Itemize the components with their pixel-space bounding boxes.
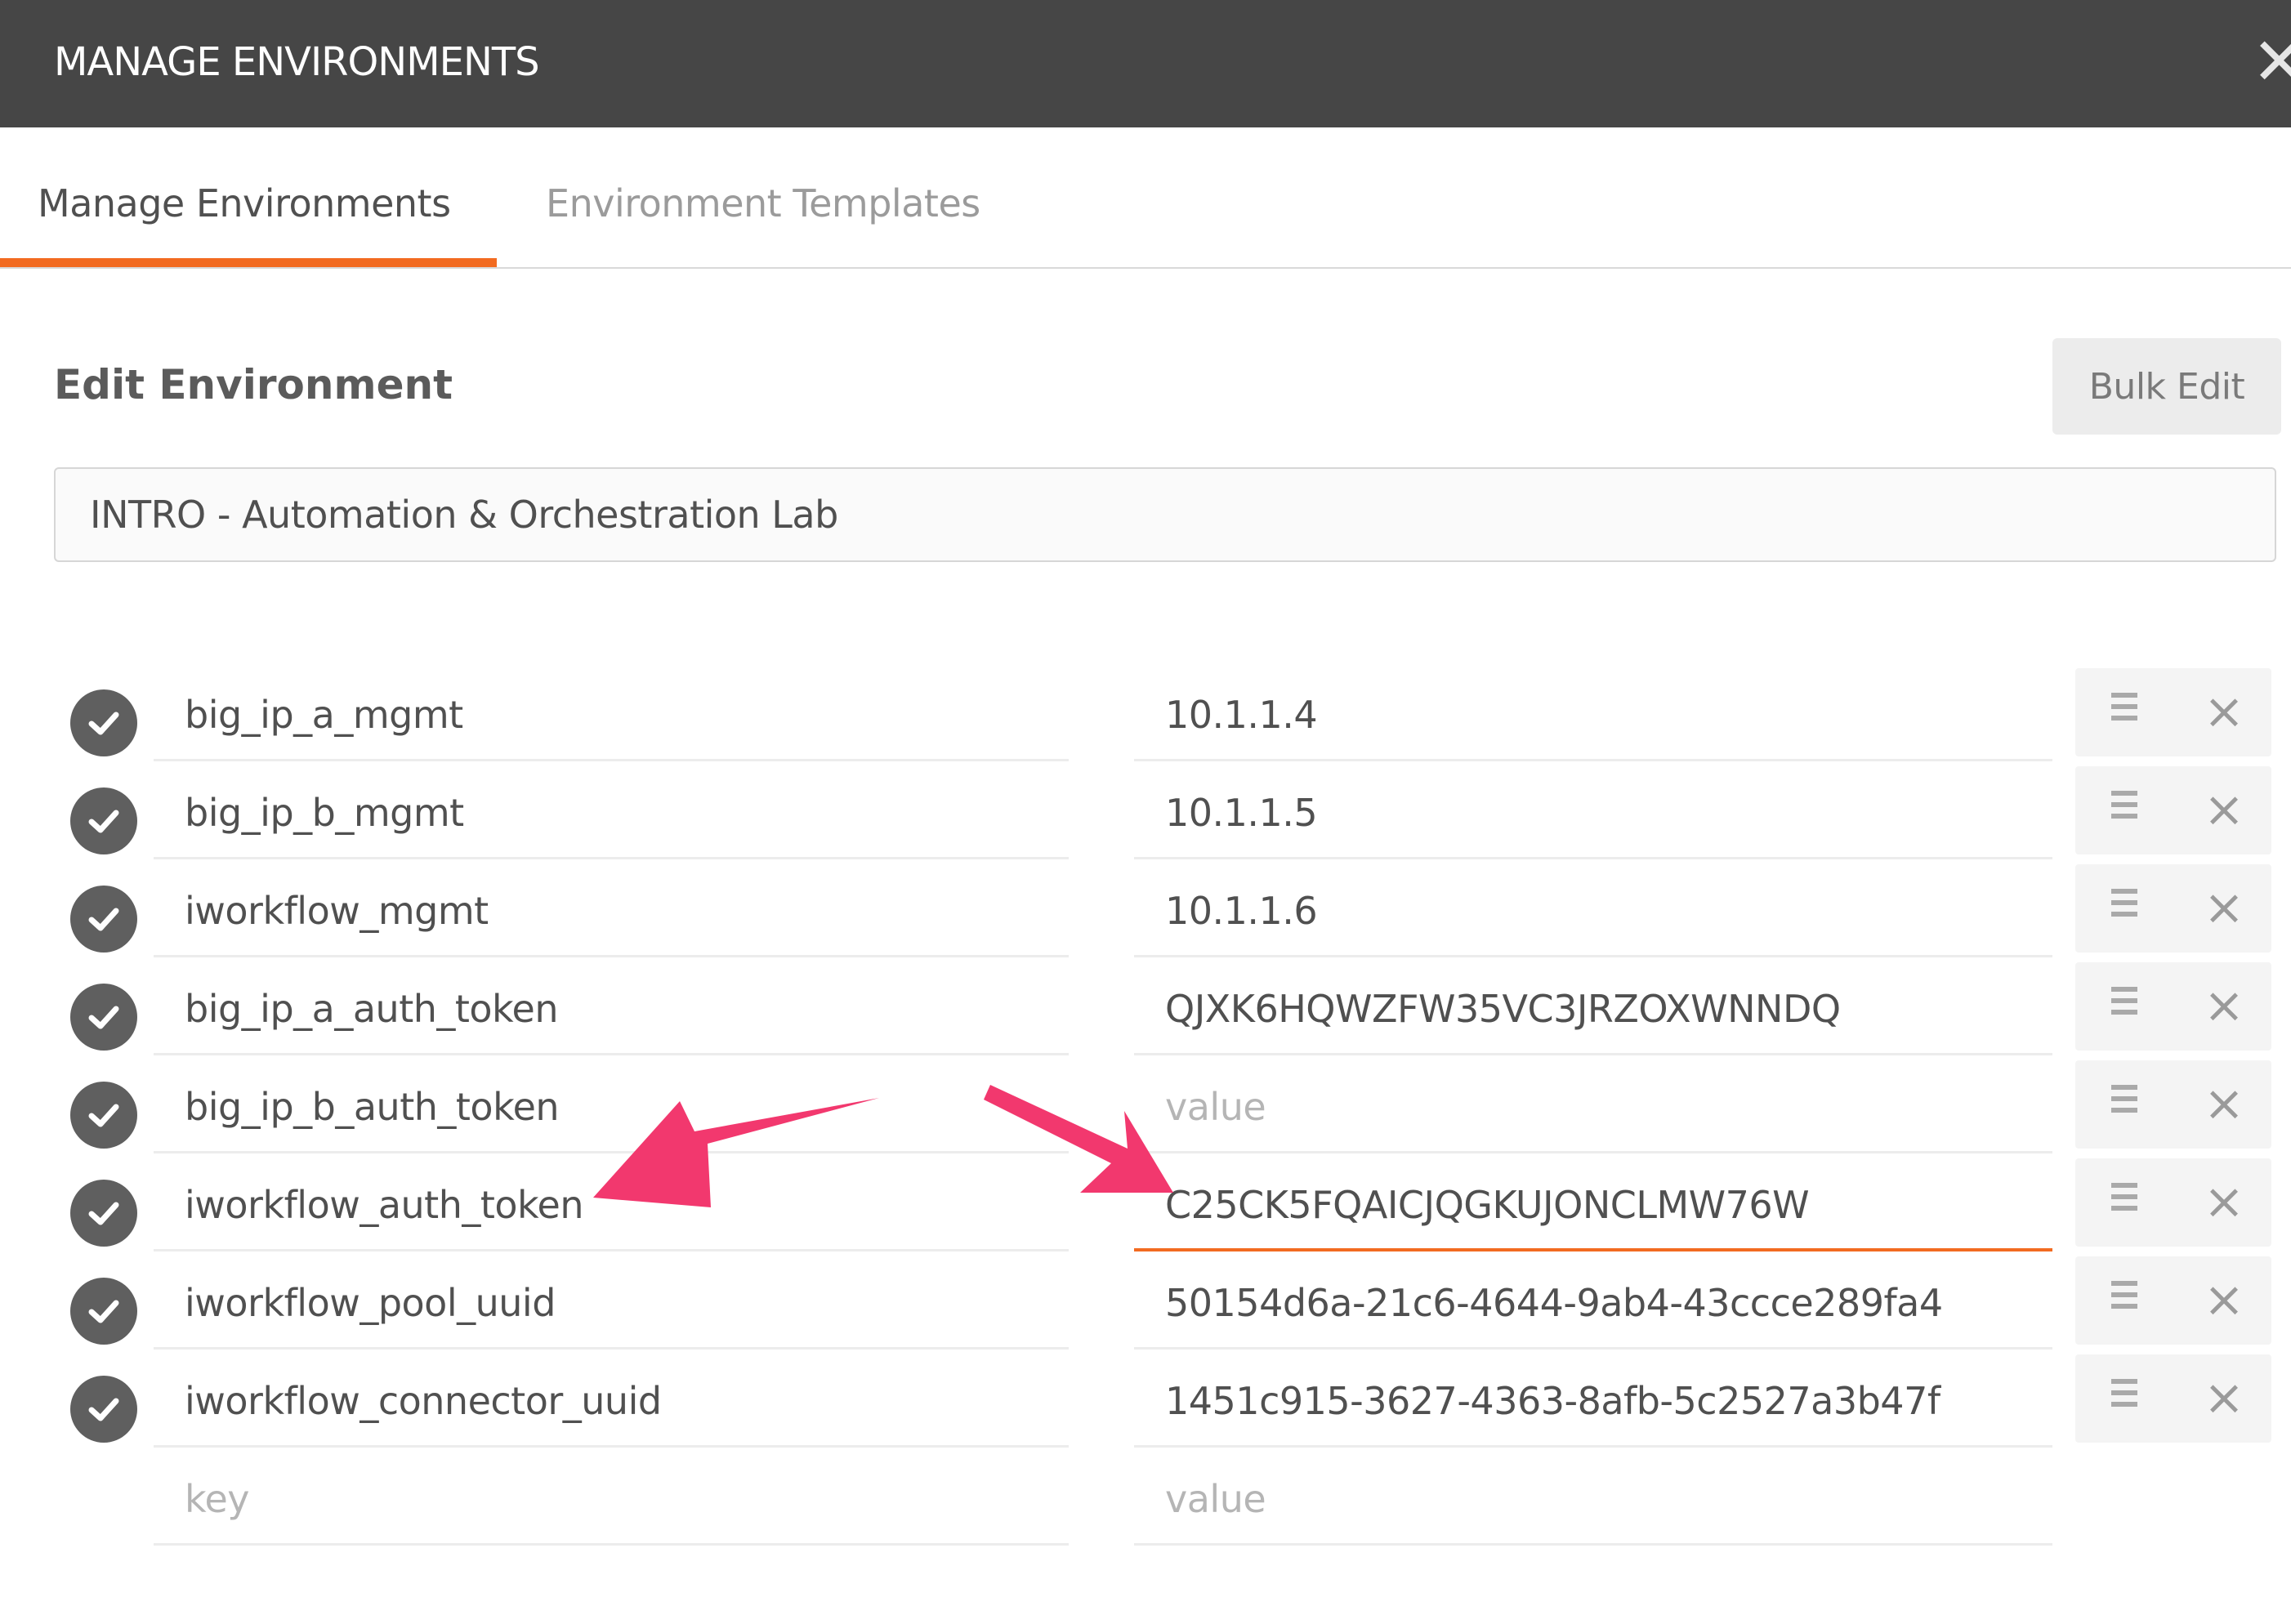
variable-row: iworkflow_mgmt 10.1.1.6 ×: [0, 859, 2291, 957]
variable-row: iworkflow_connector_uuid 1451c915-3627-43…: [0, 1350, 2291, 1448]
row-actions: ×: [2075, 1060, 2271, 1149]
variable-value-input[interactable]: 10.1.1.5: [1134, 761, 2052, 859]
delete-icon[interactable]: ×: [2199, 1271, 2249, 1328]
drag-handle-icon[interactable]: [2111, 1183, 2141, 1222]
variable-value-text: 10.1.1.5: [1165, 791, 1318, 835]
variable-row: big_ip_a_auth_token QJXK6HQWZFW35VC3JRZOX…: [0, 957, 2291, 1055]
variable-key-input[interactable]: key: [154, 1448, 1069, 1546]
variable-value-text: 50154d6a-21c6-4644-9ab4-43ccce289fa4: [1165, 1281, 1943, 1325]
variable-row: iworkflow_auth_token C25CK5FQAICJQGKUJONC…: [0, 1153, 2291, 1251]
variable-key-input[interactable]: big_ip_b_mgmt: [154, 761, 1069, 859]
check-circle-icon[interactable]: [70, 886, 137, 953]
tab-environment-templates[interactable]: Environment Templates: [546, 181, 980, 225]
bulk-edit-button[interactable]: Bulk Edit: [2052, 338, 2281, 435]
delete-icon[interactable]: ×: [2199, 683, 2249, 740]
drag-handle-icon[interactable]: [2111, 1379, 2141, 1418]
environment-name-input[interactable]: INTRO - Automation & Orchestration Lab: [54, 467, 2276, 562]
tabs-divider: [0, 267, 2291, 269]
delete-icon[interactable]: ×: [2199, 1173, 2249, 1230]
variable-value-input[interactable]: 50154d6a-21c6-4644-9ab4-43ccce289fa4: [1134, 1251, 2052, 1350]
variable-key-text: iworkflow_auth_token: [185, 1183, 584, 1227]
variable-key-text: big_ip_b_auth_token: [185, 1085, 560, 1129]
variable-key-input[interactable]: iworkflow_mgmt: [154, 859, 1069, 957]
row-actions: ×: [2075, 668, 2271, 756]
variable-key-text: big_ip_a_mgmt: [185, 693, 463, 737]
variable-key-text: iworkflow_pool_uuid: [185, 1281, 556, 1325]
variable-value-text: value: [1165, 1477, 1266, 1521]
row-actions: ×: [2075, 766, 2271, 854]
variable-key-input[interactable]: big_ip_a_mgmt: [154, 663, 1069, 761]
row-actions: ×: [2075, 864, 2271, 953]
variable-row: big_ip_b_mgmt 10.1.1.5 ×: [0, 761, 2291, 859]
drag-handle-icon[interactable]: [2111, 791, 2141, 830]
variable-value-input[interactable]: 10.1.1.4: [1134, 663, 2052, 761]
variable-value-input[interactable]: 10.1.1.6: [1134, 859, 2052, 957]
check-circle-icon[interactable]: [70, 1180, 137, 1247]
section-title: Edit Environment: [54, 361, 453, 408]
row-actions: ×: [2075, 1354, 2271, 1443]
check-circle-icon[interactable]: [70, 1376, 137, 1443]
check-circle-icon[interactable]: [70, 984, 137, 1051]
variable-row: big_ip_b_auth_token value ×: [0, 1055, 2291, 1153]
check-circle-icon[interactable]: [70, 1082, 137, 1149]
variable-key-input[interactable]: big_ip_a_auth_token: [154, 957, 1069, 1055]
variable-key-input[interactable]: iworkflow_connector_uuid: [154, 1350, 1069, 1448]
variable-key-input[interactable]: iworkflow_pool_uuid: [154, 1251, 1069, 1350]
active-tab-indicator: [0, 258, 497, 267]
close-icon[interactable]: ✕: [2252, 21, 2291, 103]
drag-handle-icon[interactable]: [2111, 889, 2141, 928]
variable-value-input[interactable]: 1451c915-3627-4363-8afb-5c2527a3b47f: [1134, 1350, 2052, 1448]
drag-handle-icon[interactable]: [2111, 693, 2141, 732]
variable-row: big_ip_a_mgmt 10.1.1.4 ×: [0, 663, 2291, 761]
new-variable-row: key value: [0, 1448, 2291, 1546]
variable-value-text: C25CK5FQAICJQGKUJONCLMW76W: [1165, 1183, 1810, 1227]
tab-manage-environments[interactable]: Manage Environments: [38, 181, 451, 225]
variable-key-input[interactable]: big_ip_b_auth_token: [154, 1055, 1069, 1153]
delete-icon[interactable]: ×: [2199, 781, 2249, 838]
check-circle-icon[interactable]: [70, 1278, 137, 1345]
delete-icon[interactable]: ×: [2199, 1075, 2249, 1132]
variable-value-input[interactable]: C25CK5FQAICJQGKUJONCLMW76W: [1134, 1153, 2052, 1251]
variable-value-text: 1451c915-3627-4363-8afb-5c2527a3b47f: [1165, 1379, 1940, 1423]
variable-value-input[interactable]: QJXK6HQWZFW35VC3JRZOXWNNDQ: [1134, 957, 2052, 1055]
delete-icon[interactable]: ×: [2199, 1369, 2249, 1426]
row-actions: ×: [2075, 962, 2271, 1051]
variable-key-text: big_ip_a_auth_token: [185, 987, 559, 1031]
delete-icon[interactable]: ×: [2199, 879, 2249, 936]
drag-handle-icon[interactable]: [2111, 1281, 2141, 1320]
variable-value-text: QJXK6HQWZFW35VC3JRZOXWNNDQ: [1165, 987, 1841, 1031]
window-title: MANAGE ENVIRONMENTS: [54, 39, 540, 85]
variable-row: iworkflow_pool_uuid 50154d6a-21c6-4644-9a…: [0, 1251, 2291, 1350]
drag-handle-icon[interactable]: [2111, 987, 2141, 1026]
variable-value-text: 10.1.1.4: [1165, 693, 1318, 737]
delete-icon[interactable]: ×: [2199, 977, 2249, 1034]
variable-value-text: 10.1.1.6: [1165, 889, 1318, 933]
row-actions: ×: [2075, 1256, 2271, 1345]
variable-key-text: big_ip_b_mgmt: [185, 791, 464, 835]
check-circle-icon[interactable]: [70, 689, 137, 756]
window-titlebar: MANAGE ENVIRONMENTS ✕: [0, 0, 2291, 127]
variable-key-text: iworkflow_connector_uuid: [185, 1379, 662, 1423]
check-circle-icon[interactable]: [70, 787, 137, 854]
row-actions: ×: [2075, 1158, 2271, 1247]
variable-value-text: value: [1165, 1085, 1266, 1129]
variable-key-input[interactable]: iworkflow_auth_token: [154, 1153, 1069, 1251]
variable-value-input[interactable]: value: [1134, 1055, 2052, 1153]
variable-key-text: iworkflow_mgmt: [185, 889, 489, 933]
drag-handle-icon[interactable]: [2111, 1085, 2141, 1124]
variable-value-input[interactable]: value: [1134, 1448, 2052, 1546]
variable-key-text: key: [185, 1477, 250, 1521]
